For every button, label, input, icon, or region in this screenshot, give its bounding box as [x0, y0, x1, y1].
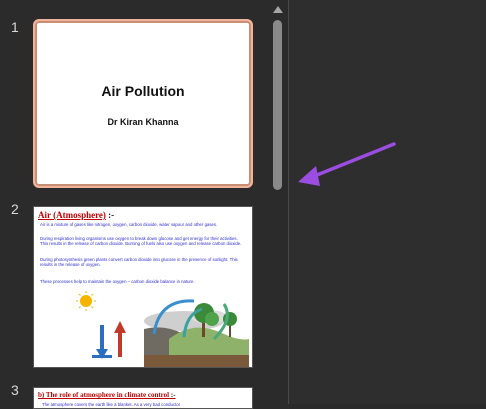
purple-arrow-icon [298, 142, 396, 186]
